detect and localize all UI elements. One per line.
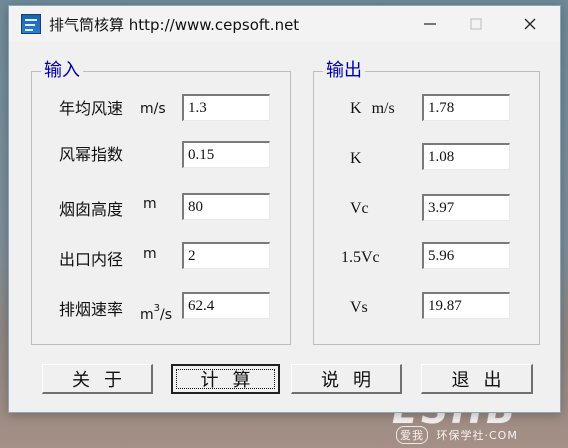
output-vc[interactable]: 3.97: [422, 194, 510, 221]
input-unit-wind-speed: m/s: [140, 101, 166, 117]
output-label-k-ms: K m/s: [350, 99, 395, 119]
output-group-title: 输出: [323, 61, 365, 81]
exit-button[interactable]: 退出: [421, 364, 533, 394]
input-exhaust-rate[interactable]: 62.4: [182, 292, 270, 319]
input-label-stack-height: 烟囱高度: [59, 200, 124, 219]
maximize-icon: [470, 18, 482, 30]
input-wind-speed[interactable]: 1.3: [182, 94, 270, 121]
input-label-outlet-diameter: 出口内径: [59, 250, 124, 269]
output-label-k: K: [350, 150, 362, 167]
input-label-wind-exponent: 风幂指数: [59, 145, 124, 164]
output-label-vs: Vs: [350, 299, 368, 316]
output-label-1p5vc: 1.5Vc: [341, 249, 380, 266]
input-unit-outlet-diameter: m: [143, 246, 157, 262]
output-k[interactable]: 1.08: [422, 143, 510, 170]
watermark-badge: 爱我: [396, 426, 428, 444]
input-outlet-diameter[interactable]: 2: [182, 242, 270, 269]
input-unit-stack-height: m: [143, 196, 157, 212]
input-label-exhaust-rate: 排烟速率: [59, 300, 124, 319]
input-group-title: 输入: [41, 61, 83, 81]
calculate-button[interactable]: 计算: [171, 364, 280, 394]
output-1p5vc[interactable]: 5.96: [422, 242, 510, 269]
input-stack-height[interactable]: 80: [182, 193, 270, 220]
about-button[interactable]: 关于: [42, 364, 153, 394]
window-content: 输入 输出 年均风速 m/s 1.3 风幂指数 0.15 烟囱高度 m 80 出…: [9, 42, 560, 412]
minimize-icon: [424, 23, 436, 25]
output-label-vc: Vc: [350, 200, 369, 217]
output-label-k-ms-unit: m/s: [371, 100, 395, 117]
minimize-button[interactable]: [407, 6, 453, 42]
close-button[interactable]: [507, 6, 553, 42]
watermark-site: 爱我 环保学社·COM: [396, 426, 518, 444]
main-window: 排气筒核算 http://www.cepsoft.net 输入 输出 年均风速 …: [8, 5, 561, 413]
maximize-button[interactable]: [453, 6, 499, 42]
input-label-wind-speed: 年均风速: [59, 99, 124, 118]
output-vs[interactable]: 19.87: [422, 292, 510, 319]
output-k-ms[interactable]: 1.78: [422, 94, 510, 121]
close-icon: [524, 18, 536, 30]
titlebar[interactable]: 排气筒核算 http://www.cepsoft.net: [9, 6, 560, 42]
help-button[interactable]: 说明: [291, 364, 402, 394]
input-unit-exhaust-rate: m3/s: [140, 303, 173, 323]
output-label-k-ms-symbol: K: [350, 100, 362, 117]
window-title: 排气筒核算 http://www.cepsoft.net: [49, 16, 300, 34]
watermark-site-text: 环保学社·COM: [436, 429, 518, 442]
input-wind-exponent[interactable]: 0.15: [182, 141, 270, 168]
app-icon: [21, 14, 41, 34]
desktop-background: ESHB 爱我 环保学社·COM 排气筒核算 http://www.cepsof…: [0, 0, 568, 448]
